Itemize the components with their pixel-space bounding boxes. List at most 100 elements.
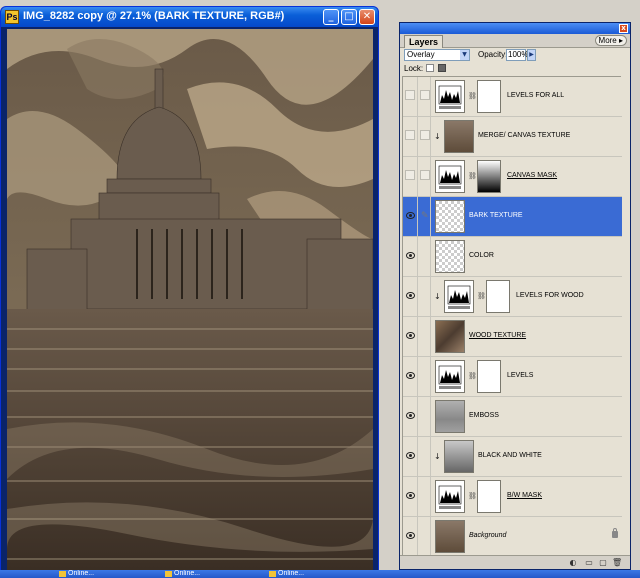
taskbar-button[interactable]: Online... bbox=[164, 570, 200, 578]
layers-list[interactable]: ⛓ LEVELS FOR ALL ↓ MERGE/ CANVAS TEXTURE ⛓ CA… bbox=[402, 76, 622, 557]
lock-all-icon[interactable] bbox=[438, 64, 446, 72]
layer-mask-thumbnail[interactable] bbox=[477, 160, 501, 193]
more-button[interactable]: More ▸ bbox=[594, 35, 627, 46]
layer-row[interactable]: Background bbox=[403, 517, 622, 557]
layer-name[interactable]: EMBOSS bbox=[469, 412, 499, 419]
layer-thumbnail[interactable] bbox=[435, 360, 465, 393]
layer-name[interactable]: COLOR bbox=[469, 252, 494, 259]
palette-close-button[interactable]: x bbox=[619, 24, 628, 33]
link-toggle[interactable] bbox=[419, 437, 431, 476]
lock-transparency-checkbox[interactable] bbox=[426, 64, 434, 72]
trash-icon[interactable]: 🗑 bbox=[612, 558, 622, 568]
layer-name[interactable]: Background bbox=[469, 532, 506, 539]
layer-thumbnail[interactable] bbox=[435, 240, 465, 273]
lock-label: Lock: bbox=[404, 64, 424, 73]
layer-thumbnail[interactable] bbox=[435, 200, 465, 233]
visibility-toggle[interactable] bbox=[403, 477, 418, 516]
visibility-toggle[interactable] bbox=[403, 357, 418, 396]
layer-row[interactable]: ⛓ B/W MASK bbox=[403, 477, 622, 517]
layer-name[interactable]: MERGE/ CANVAS TEXTURE bbox=[478, 132, 570, 139]
layer-thumbnail[interactable] bbox=[444, 120, 474, 153]
link-toggle[interactable] bbox=[419, 277, 431, 316]
layer-thumbnail[interactable] bbox=[435, 160, 465, 193]
link-toggle[interactable] bbox=[419, 357, 431, 396]
histogram-icon bbox=[438, 485, 462, 509]
link-toggle[interactable] bbox=[419, 237, 431, 276]
link-toggle[interactable] bbox=[419, 77, 431, 116]
layer-thumbnail[interactable] bbox=[435, 400, 465, 433]
eye-icon bbox=[406, 212, 415, 219]
layer-thumbnail[interactable] bbox=[444, 280, 474, 313]
chain-link-icon[interactable]: ⛓ bbox=[477, 292, 486, 301]
layer-name[interactable]: LEVELS FOR ALL bbox=[507, 92, 564, 99]
layer-thumbnail[interactable] bbox=[435, 80, 465, 113]
adjustment-layer-icon[interactable]: ◐ bbox=[568, 558, 578, 568]
visibility-toggle[interactable] bbox=[403, 277, 418, 316]
layer-name[interactable]: WOOD TEXTURE bbox=[469, 332, 526, 339]
layer-row[interactable]: ⛓ LEVELS bbox=[403, 357, 622, 397]
close-button[interactable]: ✕ bbox=[359, 9, 375, 25]
layer-thumbnail[interactable] bbox=[435, 520, 465, 553]
layer-row[interactable]: COLOR bbox=[403, 237, 622, 277]
document-title-bar[interactable]: Ps IMG_8282 copy @ 27.1% (BARK TEXTURE, … bbox=[1, 7, 378, 27]
visibility-toggle[interactable] bbox=[403, 317, 418, 356]
maximize-button[interactable]: □ bbox=[341, 9, 357, 25]
chain-link-icon[interactable]: ⛓ bbox=[468, 492, 477, 501]
layer-thumbnail[interactable] bbox=[444, 440, 474, 473]
layer-mask-thumbnail[interactable] bbox=[486, 280, 510, 313]
layer-name[interactable]: BLACK AND WHITE bbox=[478, 452, 542, 459]
new-group-icon[interactable]: ▭ bbox=[584, 558, 594, 568]
layer-name[interactable]: LEVELS bbox=[507, 372, 533, 379]
layer-name[interactable]: B/W MASK bbox=[507, 492, 542, 499]
eye-icon bbox=[406, 412, 415, 419]
eye-icon bbox=[406, 492, 415, 499]
visibility-toggle[interactable] bbox=[403, 517, 418, 556]
layer-mask-thumbnail[interactable] bbox=[477, 360, 501, 393]
link-toggle[interactable] bbox=[419, 477, 431, 516]
layer-row[interactable]: ↓ ⛓ LEVELS FOR WOOD bbox=[403, 277, 622, 317]
link-toggle[interactable] bbox=[419, 157, 431, 196]
link-toggle[interactable]: ✎ bbox=[419, 197, 431, 236]
layer-row[interactable]: EMBOSS bbox=[403, 397, 622, 437]
brush-icon: ✎ bbox=[421, 211, 429, 221]
taskbar-button[interactable]: Online... bbox=[58, 570, 94, 578]
image-canvas[interactable] bbox=[7, 29, 373, 571]
visibility-toggle[interactable] bbox=[403, 77, 418, 116]
visibility-toggle[interactable] bbox=[403, 237, 418, 276]
layer-mask-thumbnail[interactable] bbox=[477, 480, 501, 513]
layer-thumbnail[interactable] bbox=[435, 320, 465, 353]
chain-link-icon[interactable]: ⛓ bbox=[468, 92, 477, 101]
layer-name[interactable]: BARK TEXTURE bbox=[469, 212, 523, 219]
chevron-down-icon[interactable]: ▼ bbox=[460, 50, 469, 60]
layer-row[interactable]: WOOD TEXTURE bbox=[403, 317, 622, 357]
minimize-button[interactable]: _ bbox=[323, 9, 339, 25]
layer-row[interactable]: ⛓ CANVAS MASK bbox=[403, 157, 622, 197]
layer-name[interactable]: LEVELS FOR WOOD bbox=[516, 292, 584, 299]
layer-row[interactable]: ↓ BLACK AND WHITE bbox=[403, 437, 622, 477]
taskbar-button[interactable]: Online... bbox=[268, 570, 304, 578]
opacity-slider-toggle[interactable]: ▶ bbox=[527, 49, 536, 61]
opacity-field[interactable]: 100% bbox=[506, 49, 528, 61]
chain-link-icon[interactable]: ⛓ bbox=[468, 372, 477, 381]
layer-mask-thumbnail[interactable] bbox=[477, 80, 501, 113]
window-icon bbox=[165, 571, 172, 577]
visibility-toggle[interactable] bbox=[403, 197, 418, 236]
eye-icon bbox=[406, 292, 415, 299]
layer-row[interactable]: ⛓ LEVELS FOR ALL bbox=[403, 77, 622, 117]
layer-row[interactable]: ↓ MERGE/ CANVAS TEXTURE bbox=[403, 117, 622, 157]
visibility-toggle[interactable] bbox=[403, 397, 418, 436]
visibility-toggle[interactable] bbox=[403, 437, 418, 476]
link-toggle[interactable] bbox=[419, 517, 431, 556]
layer-name[interactable]: CANVAS MASK bbox=[507, 172, 557, 179]
new-layer-icon[interactable]: ▢ bbox=[598, 558, 608, 568]
layer-row[interactable]: ✎ BARK TEXTURE bbox=[403, 197, 622, 237]
visibility-toggle[interactable] bbox=[403, 157, 418, 196]
visibility-toggle[interactable] bbox=[403, 117, 418, 156]
palette-title-bar[interactable]: x bbox=[400, 23, 630, 34]
link-toggle[interactable] bbox=[419, 317, 431, 356]
layer-thumbnail[interactable] bbox=[435, 480, 465, 513]
chain-link-icon[interactable]: ⛓ bbox=[468, 172, 477, 181]
link-toggle[interactable] bbox=[419, 397, 431, 436]
blend-mode-select[interactable]: Overlay ▼ bbox=[404, 49, 470, 61]
link-toggle[interactable] bbox=[419, 117, 431, 156]
